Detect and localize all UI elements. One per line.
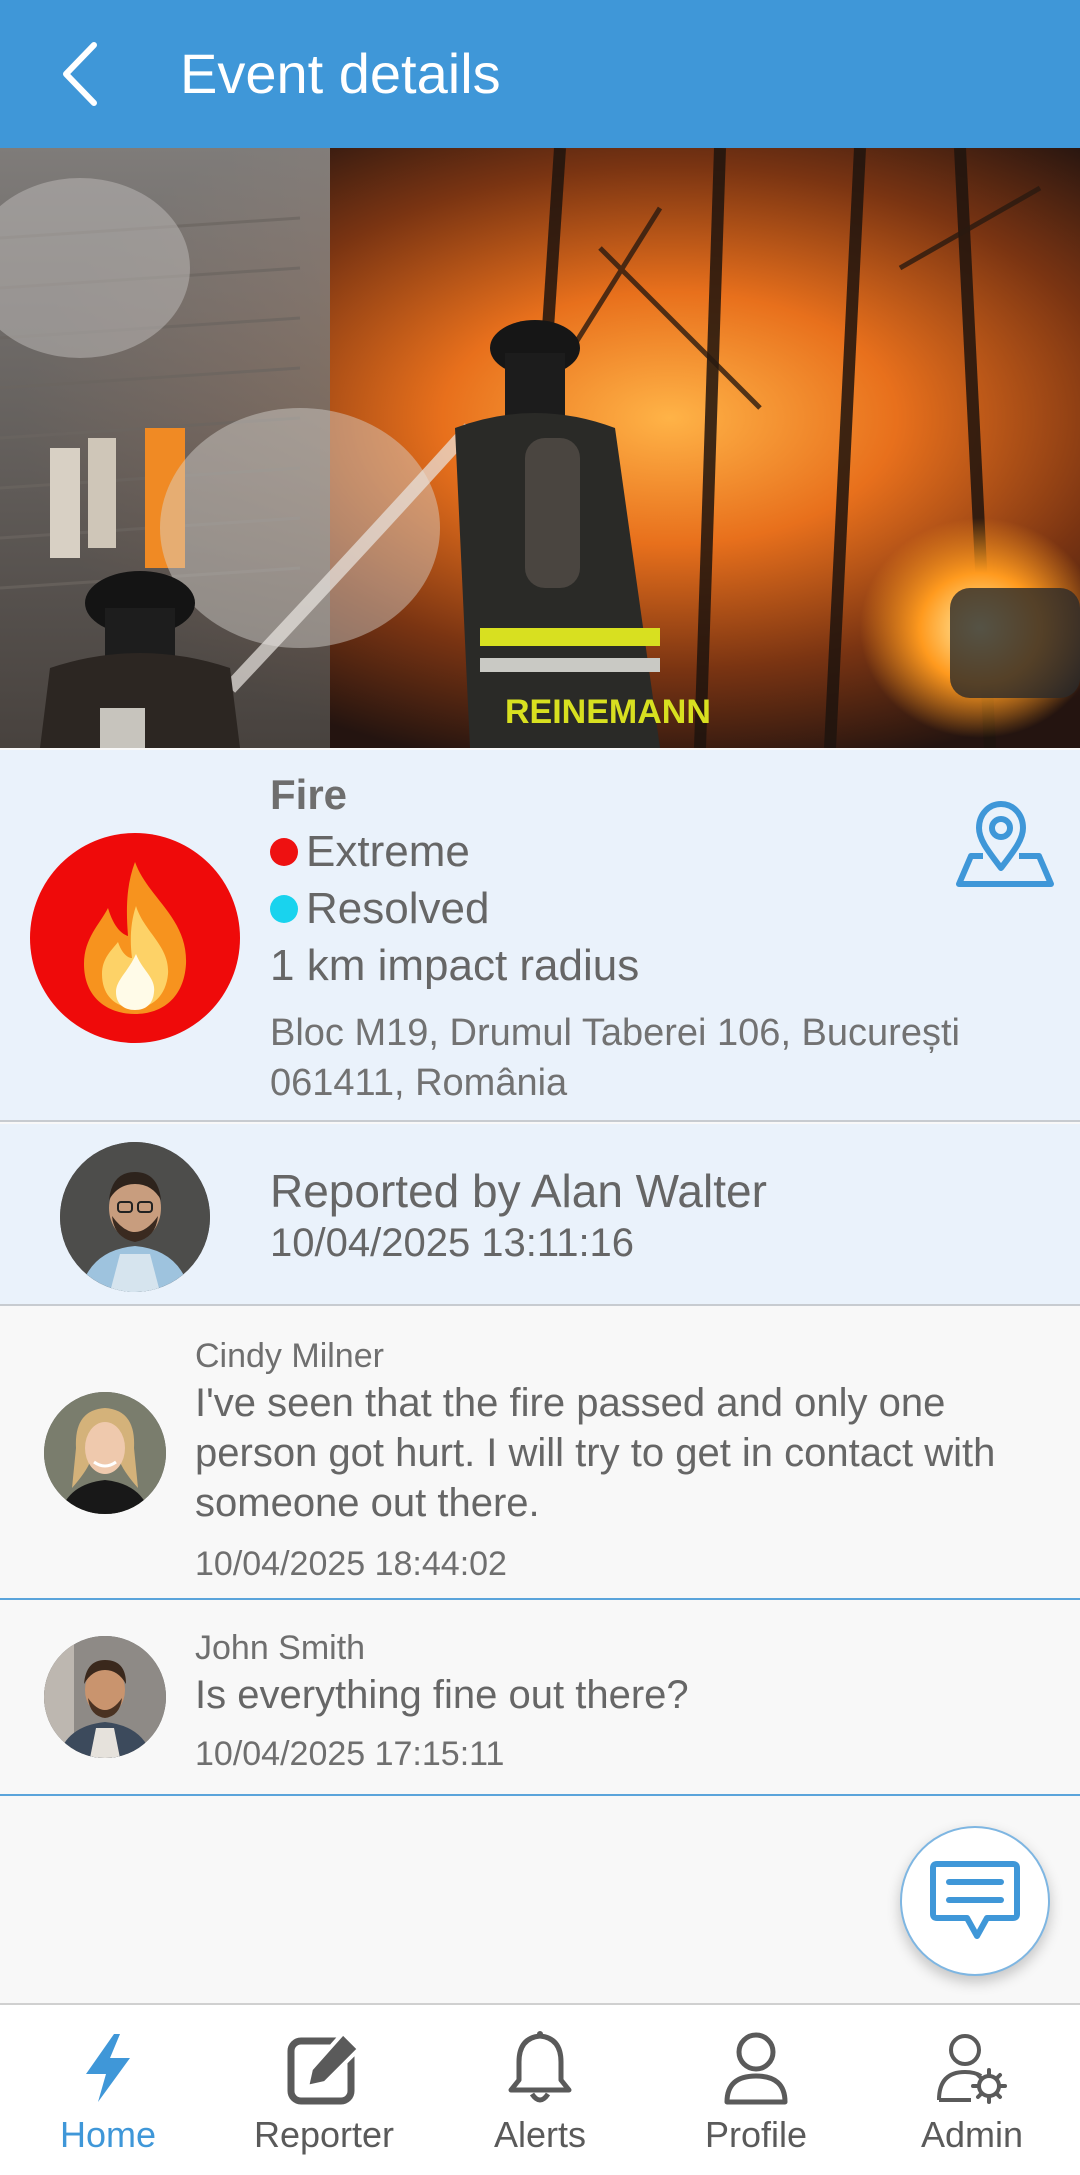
comment-author: Cindy Milner	[195, 1337, 384, 1375]
add-comment-button[interactable]	[900, 1826, 1050, 1976]
nav-label: Reporter	[253, 2114, 395, 2155]
comment-timestamp: 10/04/2025 17:15:11	[195, 1735, 505, 1773]
lightning-icon	[86, 2034, 130, 2102]
event-summary: Fire Extreme Resolved 1 km impact radius…	[0, 750, 1080, 1122]
back-button[interactable]	[40, 34, 120, 114]
user-icon	[724, 2032, 788, 2105]
nav-admin[interactable]: Admin	[864, 2005, 1080, 2175]
event-type: Fire	[270, 771, 348, 818]
reporter-section: Reported by Alan Walter 10/04/2025 13:11…	[0, 1124, 1080, 1306]
map-button[interactable]	[955, 800, 1055, 890]
nav-home[interactable]: Home	[0, 2005, 216, 2175]
nav-label: Home	[59, 2114, 157, 2155]
list-item: John Smith Is everything fine out there?…	[0, 1600, 1080, 1796]
nav-label: Admin	[920, 2114, 1024, 2155]
event-status: Resolved	[270, 882, 489, 936]
page-title: Event details	[180, 42, 501, 105]
comment-author: John Smith	[195, 1629, 366, 1667]
comment-text: Is everything fine out there?	[195, 1673, 689, 1717]
admin-settings-icon	[937, 2034, 1007, 2104]
nav-alerts[interactable]: Alerts	[432, 2005, 648, 2175]
bell-icon	[508, 2031, 572, 2103]
event-photo: REINEMANN	[0, 148, 1080, 748]
bottom-navigation: Home Reporter Alerts Profile Admin	[0, 2003, 1080, 2175]
list-item: Cindy Milner I've seen that the fire pas…	[0, 1308, 1080, 1600]
nav-label: Profile	[704, 2114, 808, 2155]
impact-radius: 1 km impact radius	[270, 941, 640, 990]
status-label: Resolved	[306, 884, 490, 933]
nav-profile[interactable]: Profile	[648, 2005, 864, 2175]
status-dot	[270, 895, 298, 923]
reported-timestamp: 10/04/2025 13:11:16	[270, 1221, 635, 1265]
chevron-left-icon	[63, 42, 97, 106]
severity: Extreme	[270, 825, 470, 879]
comment-text: I've seen that the fire passed and only …	[195, 1381, 996, 1525]
severity-label: Extreme	[306, 827, 470, 876]
helmet-text: REINEMANN	[505, 693, 711, 731]
fire-icon	[30, 833, 240, 1043]
nav-reporter[interactable]: Reporter	[216, 2005, 432, 2175]
edit-icon	[287, 2031, 361, 2105]
avatar[interactable]	[44, 1392, 166, 1514]
chat-bubble-icon	[930, 1861, 1020, 1939]
app-bar: Event details	[0, 0, 1080, 148]
nav-label: Alerts	[493, 2114, 587, 2155]
event-address: Bloc M19, Drumul Taberei 106, București …	[270, 1012, 960, 1104]
avatar[interactable]	[44, 1636, 166, 1758]
reporter-name: Reported by Alan Walter	[270, 1165, 767, 1217]
map-pin-icon	[956, 801, 1054, 887]
avatar[interactable]	[60, 1142, 210, 1292]
severity-dot	[270, 838, 298, 866]
comment-timestamp: 10/04/2025 18:44:02	[195, 1545, 507, 1583]
